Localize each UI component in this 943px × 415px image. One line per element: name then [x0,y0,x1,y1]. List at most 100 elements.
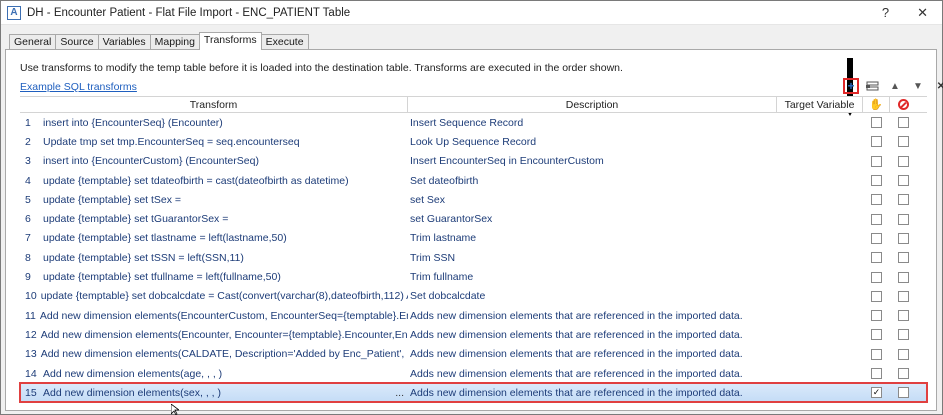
transform-cell[interactable]: 4 update {temptable} set tdateofbirth = c… [20,175,408,187]
tab-general[interactable]: General [9,34,57,50]
enabled-checkbox[interactable] [871,271,882,283]
tab-execute[interactable]: Execute [260,34,309,50]
transform-cell[interactable]: 8 update {temptable} set tSSN = left(SSN,… [20,252,408,264]
disable-checkbox[interactable] [898,271,909,283]
table-row[interactable]: 12 Add new dimension elements(Encounter, … [20,325,927,344]
transform-cell[interactable]: 3 insert into {EncounterCustom} (Encounte… [20,155,408,167]
transform-cell[interactable]: 15 Add new dimension elements(sex, , , ).… [20,387,408,399]
move-up-button[interactable]: ▲ [888,79,902,93]
description-cell[interactable]: Set dateofbirth [408,175,777,187]
enabled-checkbox[interactable] [871,252,882,264]
col-header-transform[interactable]: Transform [20,97,408,112]
tab-variables[interactable]: Variables [97,34,151,50]
disable-checkbox[interactable] [898,252,909,264]
enabled-checkbox[interactable] [871,348,882,360]
insert-rows-button[interactable] [865,79,879,93]
disable-checkbox-cell [890,387,917,399]
table-row[interactable]: 4 update {temptable} set tdateofbirth = c… [20,171,927,190]
move-down-button[interactable]: ▼ [911,79,925,93]
enabled-checkbox[interactable] [871,329,882,341]
row-number: 4 [25,174,31,187]
tab-strip: General Source Variables Mapping Transfo… [9,32,309,50]
transform-cell[interactable]: 12 Add new dimension elements(Encounter, … [20,329,408,341]
tab-transforms[interactable]: Transforms [198,32,262,50]
transform-cell[interactable]: 6 update {temptable} set tGuarantorSex = [20,213,408,225]
transform-cell[interactable]: 9 update {temptable} set tfullname = left… [20,271,408,283]
description-cell[interactable]: Trim SSN [408,252,777,264]
transform-cell[interactable]: 13 Add new dimension elements(CALDATE, De… [20,348,408,360]
add-transform-button[interactable]: + [843,78,859,94]
enabled-checkbox[interactable] [871,232,882,244]
transform-cell[interactable]: 2 Update tmp set tmp.EncounterSeq = seq.e… [20,136,408,148]
table-row[interactable]: 3 insert into {EncounterCustom} (Encounte… [20,152,927,171]
description-cell[interactable]: Adds new dimension elements that are ref… [408,368,777,380]
table-row[interactable]: 13 Add new dimension elements(CALDATE, De… [20,345,927,364]
table-row[interactable]: 15 Add new dimension elements(sex, , , ).… [19,382,928,404]
enabled-checkbox[interactable] [871,117,882,129]
description-cell[interactable]: Adds new dimension elements that are ref… [408,310,777,322]
tab-source[interactable]: Source [55,34,99,50]
enabled-checkbox[interactable]: ✓ [871,387,882,399]
enabled-checkbox[interactable] [871,136,882,148]
enabled-checkbox[interactable] [871,155,882,167]
disable-checkbox[interactable] [898,368,909,379]
enabled-checkbox[interactable] [871,290,882,302]
close-button[interactable]: ✕ [917,5,928,21]
enabled-checkbox[interactable] [871,310,882,322]
disable-checkbox[interactable] [898,348,909,360]
table-row[interactable]: 2 Update tmp set tmp.EncounterSeq = seq.e… [20,132,927,151]
description-cell[interactable]: Trim fullname [408,271,777,283]
help-button[interactable]: ? [882,5,889,21]
disable-checkbox[interactable] [898,310,909,322]
transform-cell[interactable]: 5 update {temptable} set tSex = [20,194,408,206]
transform-cell[interactable]: 10 update {temptable} set dobcalcdate = C… [20,290,408,302]
description-cell[interactable]: Adds new dimension elements that are ref… [408,387,777,399]
enabled-checkbox[interactable] [871,368,882,379]
disable-checkbox[interactable] [898,290,909,302]
description-cell[interactable]: set GuarantorSex [408,213,777,225]
row-number: 13 [25,348,37,361]
table-row[interactable]: 1 insert into {EncounterSeq} (Encounter) I… [20,113,927,132]
delete-button[interactable]: ✕ [934,79,943,93]
table-row[interactable]: 11 Add new dimension elements(EncounterCu… [20,306,927,325]
table-row[interactable]: 14 Add new dimension elements(age, , , ) A… [20,364,927,383]
disable-checkbox[interactable] [898,155,909,167]
enabled-checkbox[interactable] [871,175,882,187]
disable-checkbox[interactable] [898,136,909,148]
transform-text: Add new dimension elements(Encounter, En… [40,328,408,341]
description-cell[interactable]: Adds new dimension elements that are ref… [408,329,777,341]
ellipsis-button[interactable]: ... [395,387,408,399]
enabled-checkbox[interactable] [871,213,882,225]
row-number: 2 [25,135,31,148]
table-row[interactable]: 7 update {temptable} set tlastname = left… [20,229,927,248]
disable-checkbox[interactable] [898,175,909,187]
description-cell[interactable]: Adds new dimension elements that are ref… [408,348,777,360]
disable-checkbox[interactable] [898,232,909,244]
enabled-checkbox[interactable] [871,194,882,206]
col-header-description[interactable]: Description [408,97,777,112]
disable-checkbox[interactable] [898,117,909,129]
disable-checkbox[interactable] [898,329,909,341]
disable-checkbox[interactable] [898,213,909,225]
disable-checkbox[interactable] [898,387,909,399]
description-cell[interactable]: set Sex [408,194,777,206]
transform-cell[interactable]: 7 update {temptable} set tlastname = left… [20,232,408,244]
transform-cell[interactable]: 1 insert into {EncounterSeq} (Encounter) [20,117,408,129]
col-header-target-variable[interactable]: Target Variable [777,97,863,112]
description-cell[interactable]: Insert Sequence Record [408,117,777,129]
description-cell[interactable]: Look Up Sequence Record [408,136,777,148]
table-row[interactable]: 6 update {temptable} set tGuarantorSex = s… [20,209,927,228]
description-cell[interactable]: Set dobcalcdate [408,290,777,302]
disable-checkbox[interactable] [898,194,909,206]
description-cell[interactable]: Trim lastname [408,232,777,244]
table-row[interactable]: 10 update {temptable} set dobcalcdate = C… [20,287,927,306]
table-row[interactable]: 8 update {temptable} set tSSN = left(SSN,… [20,248,927,267]
transform-cell[interactable]: 14 Add new dimension elements(age, , , ) [20,368,408,380]
table-row[interactable]: 5 update {temptable} set tSex = set Sex [20,190,927,209]
description-cell[interactable]: Insert EncounterSeq in EncounterCustom [408,155,777,167]
example-sql-link[interactable]: Example SQL transforms [20,81,137,93]
table-row[interactable]: 9 update {temptable} set tfullname = left… [20,267,927,286]
hand-checkbox-cell [863,271,890,283]
transform-cell[interactable]: 11 Add new dimension elements(EncounterCu… [20,310,408,322]
tab-mapping[interactable]: Mapping [149,34,200,50]
